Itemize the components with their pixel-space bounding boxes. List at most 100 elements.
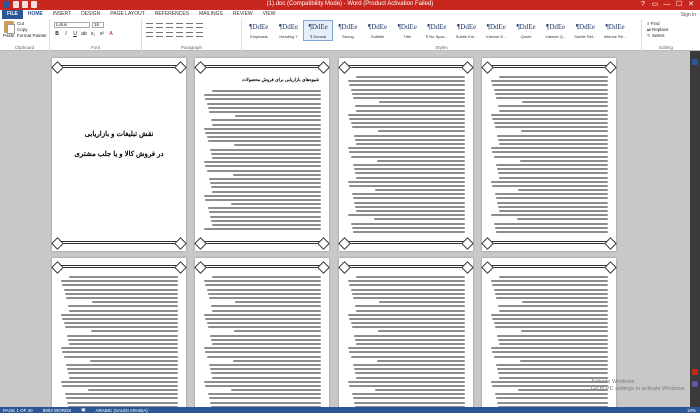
text-line [352,230,465,233]
sort-icon[interactable] [196,23,203,28]
clipboard-icon [4,21,15,34]
ribbon-display-button[interactable]: ▭ [649,0,661,10]
underline-icon[interactable]: U [72,31,78,37]
sign-in-link[interactable]: Sign in [681,12,696,18]
increase-indent-icon[interactable] [186,23,193,28]
text-line [208,363,321,366]
language-indicator[interactable]: ARABIC (SAUDI ARABIA) [95,408,147,413]
italic-icon[interactable]: I [63,31,69,37]
tab-file[interactable]: FILE [2,10,23,19]
document-area[interactable]: نقش تبلیغات و بازاریابی در فروش کالا و ی… [0,51,700,407]
text-line [348,313,465,316]
proofing-icon[interactable]: ▣ [81,407,85,413]
text-line [210,182,321,185]
shading-icon[interactable] [196,32,203,37]
select-button[interactable]: ↖ Select [647,33,665,39]
copy-button[interactable]: Copy [17,27,28,32]
text-line [351,393,465,396]
find-button[interactable]: ⌕ Find [647,21,660,26]
document-page-2[interactable]: شیوه‌های بازاریابی برای فروش محصولات [195,58,329,251]
help-button[interactable]: ? [637,0,649,10]
text-line [204,380,321,383]
style-strong[interactable]: ¶DdEe Strong [333,20,363,41]
text-line [61,313,178,316]
style-no-spacing[interactable]: ¶DdEe ¶ No Spac... [422,20,452,41]
text-line [374,218,465,221]
app-icon[interactable] [692,369,698,375]
style-intense-emphasis[interactable]: ¶DdEe Intense E... [482,20,512,41]
text-line [352,397,465,400]
tab-page-layout[interactable]: PAGE LAYOUT [105,10,150,19]
text-line [64,326,178,329]
text-line [205,198,321,201]
font-color-icon[interactable]: A [108,31,114,37]
style-emphasis[interactable]: ¶DdEe Emphasis [244,20,274,41]
superscript-icon[interactable]: x² [99,31,105,37]
tab-references[interactable]: REFERENCES [150,10,194,19]
align-center-icon[interactable] [156,32,163,37]
document-page-3[interactable] [339,58,473,251]
word-count[interactable]: 9903 WORDS [43,408,72,413]
style-subtitle[interactable]: ¶DdEe Subtitle [363,20,393,41]
style-subtle-emphasis[interactable]: ¶DdEe Subtle Em... [452,20,482,41]
text-line [355,105,465,108]
style-heading-7[interactable]: ¶DdEe Heading 7 [274,20,304,41]
numbering-icon[interactable] [156,23,163,28]
text-line [493,288,608,291]
line-spacing-icon[interactable] [186,32,193,37]
text-line [63,355,178,358]
text-line [65,397,178,400]
text-line [69,309,178,312]
tab-insert[interactable]: INSERT [48,10,76,19]
cut-button[interactable]: Cut [17,21,24,26]
text-line [348,80,465,83]
style-quote[interactable]: ¶DdEe Quote [511,20,541,41]
align-right-icon[interactable] [166,32,173,37]
group-label-clipboard: Clipboard [14,45,35,50]
style-title[interactable]: ¶DdEe Title [392,20,422,41]
text-line [499,210,608,212]
document-page-4[interactable] [482,58,616,251]
text-line [494,326,608,329]
text-line [492,317,608,320]
document-page-5[interactable] [52,258,186,407]
style-normal[interactable]: ¶DdEe ¶ Normal [303,20,334,41]
document-page-1[interactable]: نقش تبلیغات و بازاریابی در فروش کالا و ی… [52,58,186,251]
strikethrough-icon[interactable]: ab [81,31,87,37]
document-page-7[interactable] [339,258,473,407]
subscript-icon[interactable]: x₂ [90,31,96,37]
font-name-combo[interactable]: Lotus [54,22,90,28]
multilevel-list-icon[interactable] [166,23,173,28]
decrease-indent-icon[interactable] [176,23,183,28]
tab-view[interactable]: VIEW [258,10,281,19]
font-size-combo[interactable]: 16 [92,22,104,28]
style-intense-quote[interactable]: ¶DdEe Intense Q... [541,20,571,41]
text-line [493,322,608,325]
text-line [356,109,465,112]
page-count[interactable]: PAGE 1 OF 40 [3,408,33,413]
document-page-6[interactable] [195,258,329,407]
bold-icon[interactable]: B [54,31,60,37]
text-line [211,372,321,375]
app-icon[interactable] [692,59,698,65]
zoom-level[interactable]: 10% [687,408,696,413]
maximize-button[interactable]: ☐ [673,0,685,10]
text-line [62,317,178,320]
tab-mailings[interactable]: MAILINGS [194,10,228,19]
justify-icon[interactable] [176,32,183,37]
align-left-icon[interactable] [146,32,153,37]
text-line [206,169,321,172]
close-button[interactable]: ✕ [685,0,697,10]
style-intense-reference[interactable]: ¶DdEe Intense Re... [600,20,630,41]
tab-design[interactable]: DESIGN [76,10,105,19]
style-subtle-reference[interactable]: ¶DdEe Subtle Ref... [571,20,601,41]
format-painter-button[interactable]: Format Painter [17,33,47,38]
app-icon[interactable] [692,381,698,387]
styles-group: ¶DdEe Emphasis ¶DdEe Heading 7 ¶DdEe ¶ Norm… [242,19,642,51]
bullets-icon[interactable] [146,23,153,28]
tab-review[interactable]: REVIEW [228,10,258,19]
minimize-button[interactable]: — [661,0,673,10]
status-bar: PAGE 1 OF 40 9903 WORDS ▣ ARABIC (SAUDI … [0,407,700,413]
tab-home[interactable]: HOME [23,10,48,19]
paste-button[interactable]: Paste [3,21,15,38]
